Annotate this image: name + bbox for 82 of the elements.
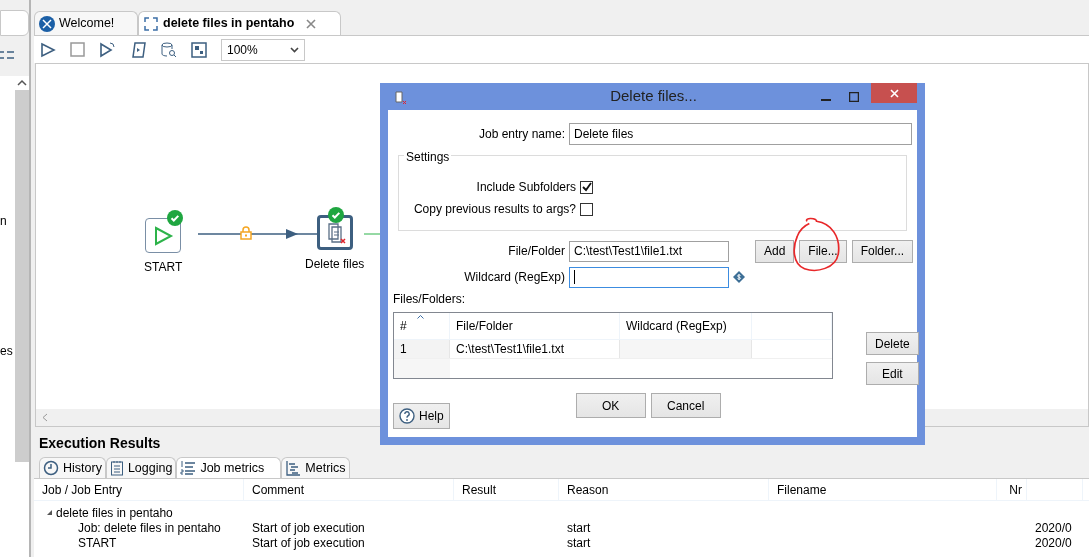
field-label: File/Folder [507,243,566,260]
dialog-button[interactable]: OK [575,393,646,418]
table-cell-text: start [567,519,591,537]
checkbox[interactable] [580,202,593,216]
table-action-button[interactable]: Edit [866,362,919,385]
documents-icon [394,89,406,104]
results-tab[interactable]: Logging [105,457,177,478]
table-title: Files/Folders: [393,292,467,307]
node-label: START [144,259,183,276]
play-icon [152,224,175,247]
job-arrows-icon [143,15,159,32]
layout-icon[interactable] [191,41,207,58]
cut-label: n [0,214,7,228]
column-header[interactable]: Nr [1009,480,1022,499]
job-entry-node[interactable] [316,215,353,250]
results-tab[interactable]: History [39,457,106,478]
preview-run-icon[interactable] [99,41,117,58]
run-icon[interactable] [40,41,56,58]
table-cell-text: 2020/0 [1035,519,1072,537]
lock-icon [240,226,252,240]
column-header[interactable]: # [394,313,450,339]
column-header[interactable]: Comment [252,480,304,499]
table-cell-text: START [78,534,117,552]
checkbox-label: Copy previous results to args? [412,201,577,218]
chevron-down-icon [290,46,299,53]
file-action-button[interactable]: Folder... [851,239,914,263]
numbered-list-icon [180,460,197,476]
input-field[interactable]: C:\test\Test1\file1.txt [569,240,729,262]
check-icon [581,182,592,192]
table-cell-text: Job: delete files in pentaho [78,520,221,537]
scroll-up-icon[interactable] [17,79,27,87]
dialog-button[interactable]: Cancel [650,393,721,418]
notepad-icon [109,460,124,476]
clock-icon [43,460,59,476]
column-header[interactable]: Wildcard (RegExp) [620,313,752,339]
close-icon[interactable] [306,18,317,29]
help-icon [399,408,415,424]
results-tab[interactable]: Metrics [281,457,350,478]
editor-tab[interactable]: delete files in pentaho [138,11,342,35]
file-action-button[interactable]: Add [755,239,795,263]
variable-icon[interactable] [733,271,745,283]
expanded-arrow-icon[interactable] [46,509,53,516]
field-label: Wildcard (RegExp) [463,269,566,286]
maximize-icon[interactable] [849,91,859,102]
dialog-title: Delete files... [609,86,698,107]
editor-tab[interactable]: Welcome! [34,11,138,35]
table-cell-text: start [567,534,591,552]
job-entry-node[interactable] [145,218,182,253]
gantt-icon [285,460,302,476]
zoom-dropdown[interactable]: 100% [221,38,305,61]
table-cell-text: Start of job execution [252,535,365,552]
scrollbar-thumb[interactable] [15,90,29,462]
list-icon[interactable] [0,50,14,62]
close-button[interactable] [871,83,917,103]
checkbox-label: Include Subfolders [475,179,577,196]
results-tab[interactable]: Job metrics [176,457,282,478]
tab-label: Welcome! [59,15,115,33]
table-cell: 1 [394,340,450,358]
column-header[interactable]: Reason [567,480,609,499]
column-header[interactable]: File/Folder [450,313,620,339]
input-field[interactable] [569,266,729,288]
input-field[interactable]: Delete files [569,123,912,145]
column-header[interactable]: Filename [777,480,827,499]
field-label: Job entry name: [477,126,566,143]
table-cell-text: Start of job execution [252,519,365,537]
file-action-button[interactable]: File... [799,239,847,263]
checkbox[interactable] [580,180,593,194]
table-action-button[interactable]: Delete [866,332,919,355]
sort-caret-icon[interactable] [417,315,424,319]
column-header[interactable]: Job / Job Entry [42,480,123,499]
script-icon[interactable] [131,41,147,58]
column-header[interactable]: Result [462,480,496,499]
help-button[interactable]: Help [393,403,450,429]
table-cell-text: 2020/0 [1035,534,1072,552]
spoon-logo-icon [39,15,55,32]
database-search-icon[interactable] [161,41,177,58]
table-cell-text: delete files in pentaho [56,504,173,522]
cut-label: es [0,344,13,358]
section-title: Execution Results [39,435,162,452]
node-label: Delete files [305,256,365,273]
close-icon [889,88,899,98]
tab-label: delete files in pentaho [163,15,295,33]
